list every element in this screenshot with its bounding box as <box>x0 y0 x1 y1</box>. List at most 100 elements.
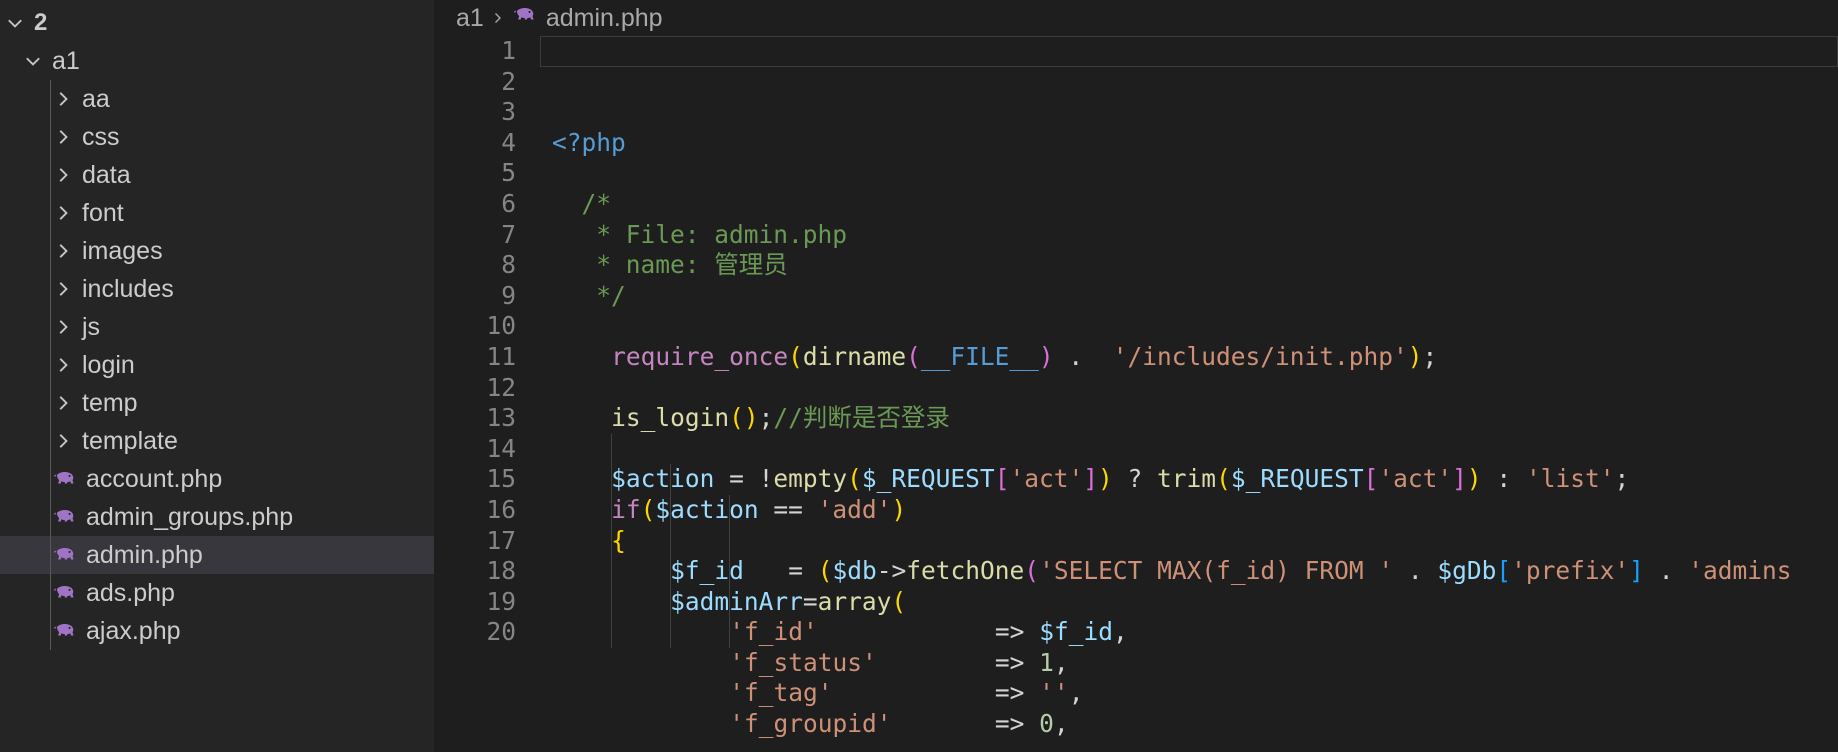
chevron-right-icon[interactable] <box>48 240 78 262</box>
tree-folder-images[interactable]: images <box>0 232 434 270</box>
line-number: 15 <box>486 464 516 494</box>
line-number: 19 <box>486 586 516 616</box>
code-line[interactable]: 'f_tag' => '', <box>552 678 1838 709</box>
line-number: 11 <box>486 341 516 371</box>
code-line[interactable]: $action = !empty($_REQUEST['act']) ? tri… <box>552 464 1838 495</box>
chevron-right-icon[interactable] <box>48 126 78 148</box>
current-line-highlight <box>540 36 1838 67</box>
php-elephant-icon <box>512 2 538 35</box>
line-number: 3 <box>501 97 516 127</box>
explorer-sidebar: 2 a1 aa css data font images includes js login tem… <box>0 0 434 752</box>
tree-item-label: temp <box>82 389 138 417</box>
tree-item-label: ads.php <box>86 579 175 607</box>
tree-folder-temp[interactable]: temp <box>0 384 434 422</box>
tree-item-label: includes <box>82 275 174 303</box>
code-line[interactable]: * File: admin.php <box>552 220 1838 251</box>
breadcrumb-file-label: admin.php <box>545 3 663 32</box>
chevron-right-icon[interactable] <box>48 430 78 452</box>
code-line[interactable]: is_login();//判断是否登录 <box>552 403 1838 434</box>
line-number: 5 <box>501 158 516 188</box>
tree-file-admin-php[interactable]: admin.php <box>0 536 434 574</box>
code-line[interactable]: { <box>552 526 1838 557</box>
file-tree[interactable]: 2 a1 aa css data font images includes js login tem… <box>0 0 434 650</box>
tree-folder-login[interactable]: login <box>0 346 434 384</box>
line-number: 1 <box>501 36 516 65</box>
tree-folder-template[interactable]: template <box>0 422 434 460</box>
tree-item-label: template <box>82 427 178 455</box>
indent-guide <box>728 495 730 648</box>
line-number: 7 <box>501 219 516 249</box>
code-line[interactable] <box>552 373 1838 404</box>
editor-pane: a1 admin.php 1 2 3 4 5 6 7 8 9 10 11 12 13 14 <box>434 0 1838 752</box>
code-content[interactable]: <?php /* * File: admin.php * name: 管理员 *… <box>540 36 1838 752</box>
tree-folder-a1[interactable]: a1 <box>0 42 434 80</box>
chevron-right-icon[interactable] <box>48 316 78 338</box>
code-line[interactable]: 'f_status' => 1, <box>552 648 1838 679</box>
tree-folder-js[interactable]: js <box>0 308 434 346</box>
tree-file-admin-groups-php[interactable]: admin_groups.php <box>0 498 434 536</box>
breadcrumb-item-folder[interactable]: a1 <box>456 4 484 33</box>
line-number: 4 <box>501 127 516 157</box>
code-line[interactable]: $f_id = ($db->fetchOne('SELECT MAX(f_id)… <box>552 556 1838 587</box>
code-line[interactable]: * name: 管理员 <box>552 250 1838 281</box>
tree-folder-data[interactable]: data <box>0 156 434 194</box>
code-line[interactable]: require_once(dirname(__FILE__) . '/inclu… <box>552 342 1838 373</box>
tree-file-ads-php[interactable]: ads.php <box>0 574 434 612</box>
indent-guide <box>610 433 612 648</box>
chevron-down-icon[interactable] <box>0 12 30 34</box>
tree-file-account-php[interactable]: account.php <box>0 460 434 498</box>
code-line[interactable] <box>552 434 1838 465</box>
tree-item-label: admin_groups.php <box>86 503 294 531</box>
code-line[interactable]: */ <box>552 281 1838 312</box>
tree-item-label: font <box>82 199 124 227</box>
tree-folder-font[interactable]: font <box>0 194 434 232</box>
tree-item-label: images <box>82 237 163 265</box>
tree-folder-includes[interactable]: includes <box>0 270 434 308</box>
line-number: 9 <box>501 280 516 310</box>
chevron-right-icon[interactable] <box>48 164 78 186</box>
indent-guide <box>669 464 671 648</box>
php-elephant-icon <box>48 618 82 644</box>
code-line[interactable]: 'f_id' => $f_id, <box>552 617 1838 648</box>
code-line[interactable]: if($action == 'add') <box>552 495 1838 526</box>
line-number: 14 <box>486 433 516 463</box>
php-elephant-icon <box>48 466 82 492</box>
tree-root-2[interactable]: 2 <box>0 4 434 42</box>
code-line[interactable]: /* <box>552 189 1838 220</box>
tree-root-label: 2 <box>34 9 48 36</box>
line-number: 12 <box>486 372 516 402</box>
line-number: 18 <box>486 556 516 586</box>
line-number: 2 <box>501 66 516 96</box>
tree-item-label: a1 <box>52 47 80 75</box>
breadcrumb-folder-label: a1 <box>456 3 484 32</box>
tree-item-label: account.php <box>86 465 223 493</box>
code-line[interactable]: $adminArr=array( <box>552 587 1838 618</box>
line-number: 8 <box>501 250 516 280</box>
chevron-right-icon[interactable] <box>48 202 78 224</box>
chevron-right-icon <box>490 10 506 26</box>
code-line[interactable]: 'f_groupid' => 0, <box>552 709 1838 740</box>
chevron-right-icon[interactable] <box>48 278 78 300</box>
php-elephant-icon <box>48 542 82 568</box>
vscode-window: 2 a1 aa css data font images includes js login tem… <box>0 0 1838 752</box>
line-number: 17 <box>486 525 516 555</box>
chevron-right-icon[interactable] <box>48 354 78 376</box>
tree-item-label: aa <box>82 85 110 113</box>
chevron-down-icon[interactable] <box>18 50 48 72</box>
line-number: 13 <box>486 403 516 433</box>
line-number-gutter: 1 2 3 4 5 6 7 8 9 10 11 12 13 14 15 16 17 18 19 20 <box>434 36 540 752</box>
tree-file-ajax-php[interactable]: ajax.php <box>0 612 434 650</box>
code-line[interactable]: <?php <box>552 128 1838 159</box>
code-line[interactable] <box>552 311 1838 342</box>
line-number: 16 <box>486 494 516 524</box>
chevron-right-icon[interactable] <box>48 392 78 414</box>
tree-folder-css[interactable]: css <box>0 118 434 156</box>
code-line[interactable] <box>552 158 1838 189</box>
tree-folder-aa[interactable]: aa <box>0 80 434 118</box>
tree-item-label: js <box>82 313 101 341</box>
chevron-right-icon[interactable] <box>48 88 78 110</box>
breadcrumb[interactable]: a1 admin.php <box>434 0 1838 36</box>
php-elephant-icon <box>48 580 82 606</box>
code-editor[interactable]: 1 2 3 4 5 6 7 8 9 10 11 12 13 14 15 16 17 18 19 20 <?php /*… <box>434 36 1838 752</box>
breadcrumb-item-file[interactable]: admin.php <box>512 2 663 35</box>
